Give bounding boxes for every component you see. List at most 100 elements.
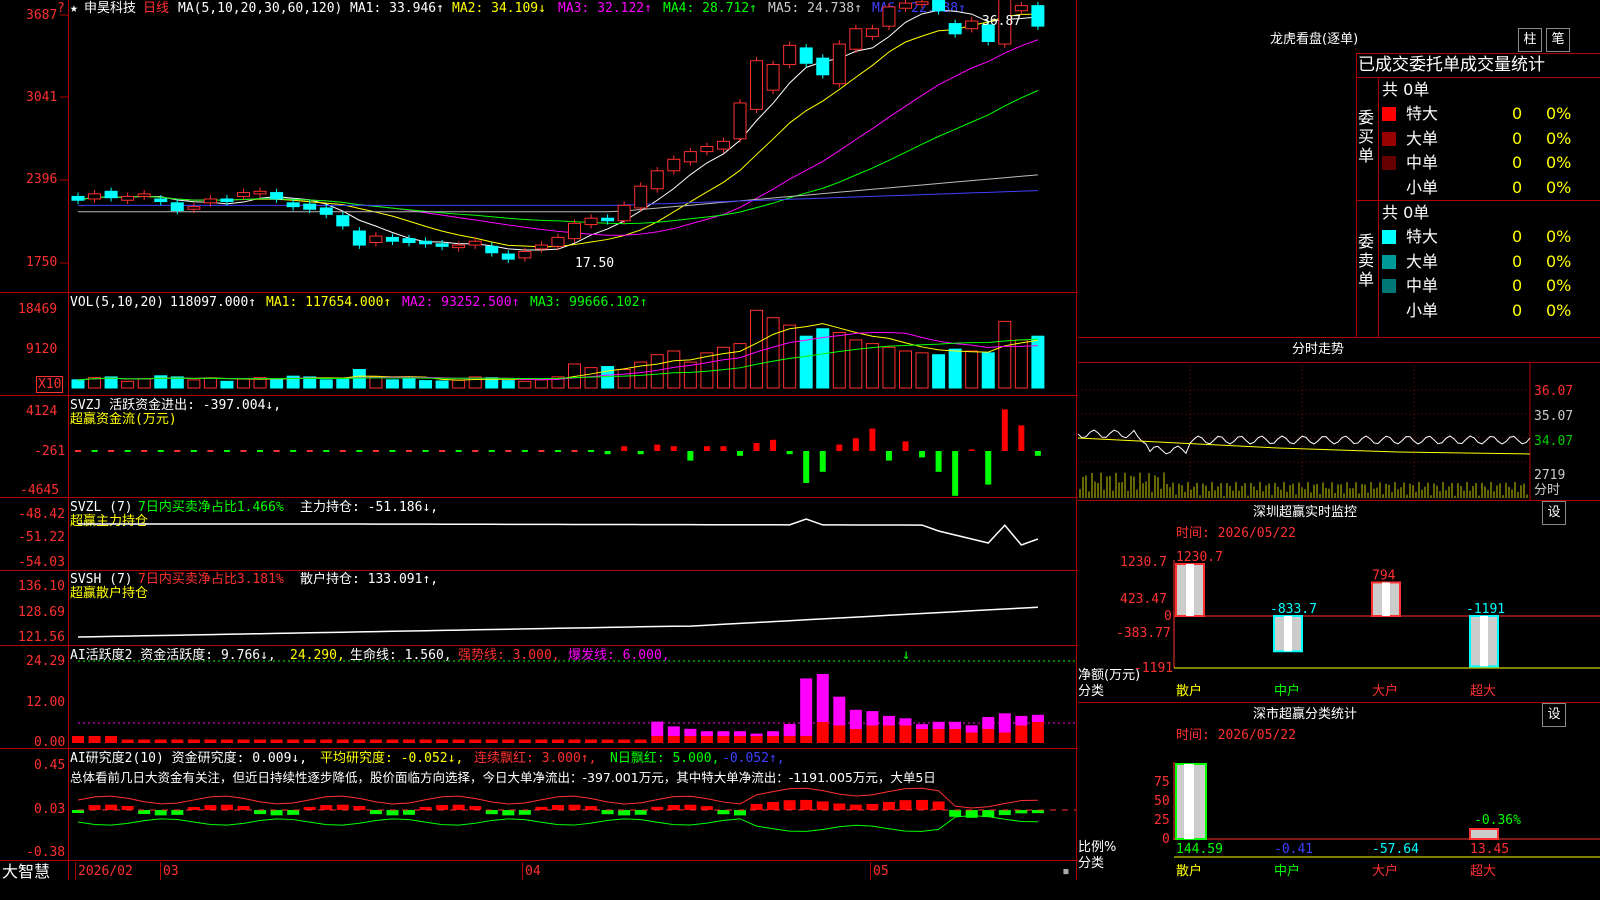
bar-mode-button[interactable]: 柱	[1518, 28, 1542, 52]
research-bar	[899, 800, 912, 810]
candle	[1014, 5, 1028, 12]
research-bar	[916, 799, 929, 810]
main-holding-chart[interactable]	[0, 497, 1078, 570]
activity-bar	[105, 736, 118, 743]
flow-bar	[521, 450, 528, 452]
activity-top-bar	[717, 731, 730, 736]
flow-bar	[538, 450, 545, 452]
research-chart[interactable]	[0, 748, 1078, 860]
activity-bar	[204, 739, 217, 743]
research-bar	[154, 810, 167, 816]
classify-chart[interactable]	[1078, 702, 1600, 900]
flow-bar	[654, 444, 661, 451]
activity-bar	[734, 736, 746, 743]
activity-bar	[220, 739, 233, 743]
volume-bar	[352, 369, 366, 389]
activity-bar	[882, 725, 895, 743]
classify-cat: 超大	[1470, 864, 1497, 879]
monitor-cat: 散户	[1176, 684, 1203, 699]
research-bar	[700, 806, 713, 810]
flow-bar	[257, 450, 264, 452]
flow-bar	[952, 451, 959, 496]
volume-bar	[783, 324, 797, 389]
research-bar	[816, 801, 829, 810]
flow-bar	[323, 450, 330, 452]
lock-icon[interactable]: ▪	[1062, 864, 1070, 879]
activity-bar	[800, 736, 813, 743]
volume-bar	[452, 379, 466, 389]
fund-flow-chart[interactable]	[0, 395, 1078, 497]
flow-bar	[1001, 409, 1008, 451]
research-bar	[1015, 810, 1028, 814]
activity-chart[interactable]: ↓	[0, 645, 1078, 748]
volume-bar	[187, 379, 201, 389]
flow-bar	[207, 450, 214, 452]
candle	[783, 44, 797, 66]
dragon-header: 已成交委托单成交量统计	[1358, 55, 1545, 75]
flow-bar	[223, 450, 230, 452]
candle	[336, 215, 350, 227]
classify-ylabel: 比例%	[1078, 840, 1117, 855]
row-percent: 0%	[1546, 276, 1572, 295]
candle	[617, 204, 631, 222]
activity-top-bar	[783, 724, 796, 736]
candlestick-chart[interactable]	[0, 0, 1078, 292]
research-bar	[667, 805, 680, 810]
flow-bar	[703, 446, 710, 451]
kline-area[interactable]: ? ★ 申昊科技 日线 MA(5,10,20,30,60,120) MA1: 3…	[0, 0, 1078, 900]
legend-swatch	[1382, 181, 1396, 195]
research-bar	[353, 806, 366, 810]
monitor-bar-label: 1230.7	[1176, 550, 1223, 565]
classify-value: 144.59	[1176, 842, 1223, 857]
holding-line	[78, 518, 1039, 546]
flow-bar	[472, 450, 479, 452]
volume-chart[interactable]	[0, 292, 1078, 395]
activity-top-bar	[849, 709, 862, 729]
flow-bar	[488, 450, 495, 452]
ma-line	[78, 174, 1038, 213]
minute-axis-tick: 35.07	[1534, 409, 1574, 424]
candle	[104, 190, 118, 199]
volume-bar	[899, 350, 912, 389]
flow-bar	[406, 450, 412, 452]
activity-top-bar	[932, 721, 945, 729]
minute-vol-unit: 分时	[1534, 483, 1561, 498]
monitor-xlabel: 分类	[1078, 684, 1105, 699]
research-bar	[800, 799, 813, 810]
candle	[882, 6, 896, 27]
activity-bar	[436, 739, 449, 743]
retail-holding-chart[interactable]	[0, 570, 1078, 645]
activity-top-bar	[899, 718, 912, 726]
activity-top-bar	[1031, 714, 1044, 722]
activity-top-bar	[700, 731, 713, 736]
monitor-ylabel: 净额(万元)	[1078, 668, 1141, 683]
candle	[270, 192, 284, 200]
activity-bar	[419, 739, 432, 743]
minute-axis-tick: 36.07	[1534, 384, 1574, 399]
research-bar	[634, 810, 647, 815]
tick-mode-button[interactable]: 笔	[1546, 28, 1570, 52]
row-volume: 0	[1512, 276, 1523, 295]
candle	[716, 140, 730, 150]
flow-bar	[372, 450, 379, 452]
research-bar	[502, 810, 515, 816]
volume-bar	[601, 366, 615, 389]
activity-top-bar	[651, 721, 664, 736]
volume-bar	[981, 352, 995, 389]
buy-count: 共 0单	[1382, 80, 1430, 99]
activity-bar	[1015, 725, 1028, 743]
minute-chart[interactable]	[1077, 362, 1600, 500]
activity-bar	[618, 739, 631, 743]
flow-bar	[108, 450, 115, 452]
research-bar	[386, 810, 399, 816]
research-bar	[469, 806, 482, 810]
monitor-chart[interactable]: 1230.7 -833.7 794 -1191	[1078, 500, 1600, 700]
candle	[137, 193, 151, 197]
brand-logo: 大智慧	[2, 862, 51, 881]
activity-bar	[353, 739, 366, 743]
volume-bar	[915, 352, 929, 389]
flow-bar	[339, 450, 346, 452]
candle	[237, 192, 250, 197]
row-percent: 0%	[1546, 153, 1572, 172]
candle	[683, 151, 697, 163]
